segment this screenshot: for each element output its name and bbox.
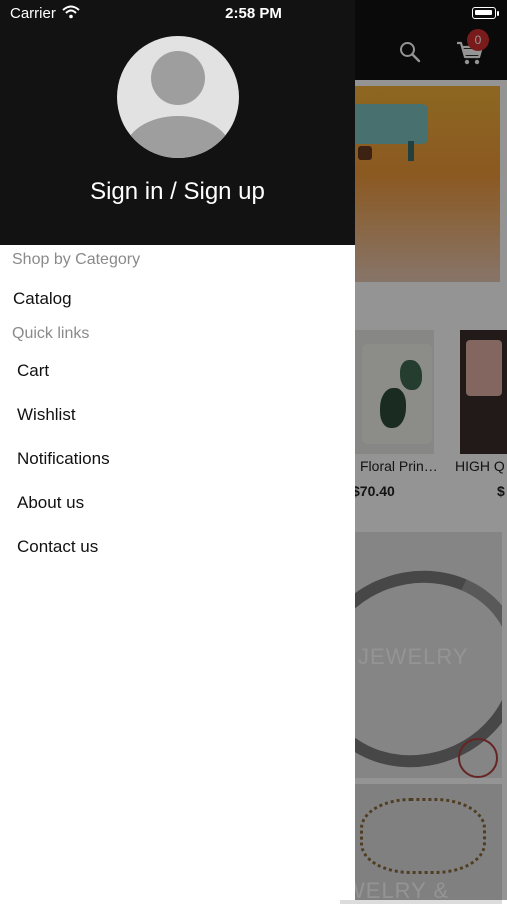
menu-item-catalog[interactable]: Catalog (0, 279, 355, 319)
status-bar: Carrier 2:58 PM (0, 0, 507, 26)
menu-item-wishlist[interactable]: Wishlist (0, 395, 355, 435)
menu-item-label: Cart (17, 361, 50, 380)
menu-item-contact-us[interactable]: Contact us (0, 527, 355, 567)
menu-item-label: About us (17, 493, 85, 512)
battery-level (475, 10, 492, 15)
shop-by-category-heading: Shop by Category (12, 251, 141, 268)
menu-item-label: Contact us (17, 537, 99, 556)
battery-tip (497, 11, 499, 16)
navigation-drawer: Sign in / Sign up Shop by Category Catal… (0, 0, 355, 900)
avatar-icon[interactable] (117, 36, 239, 158)
menu-item-label: Notifications (17, 449, 110, 468)
sign-in-button[interactable]: Sign in / Sign up (0, 178, 355, 206)
drawer-header: Sign in / Sign up (0, 0, 355, 245)
menu-item-notifications[interactable]: Notifications (0, 439, 355, 479)
avatar-head (151, 51, 205, 105)
status-time: 2:58 PM (225, 5, 282, 22)
avatar-body (125, 116, 231, 158)
menu-item-label: Wishlist (17, 405, 76, 424)
menu-item-about-us[interactable]: About us (0, 483, 355, 523)
quick-links-heading: Quick links (12, 325, 90, 342)
menu-item-label: Catalog (13, 289, 72, 308)
menu-item-cart[interactable]: Cart (0, 351, 355, 391)
battery-icon (472, 7, 496, 19)
